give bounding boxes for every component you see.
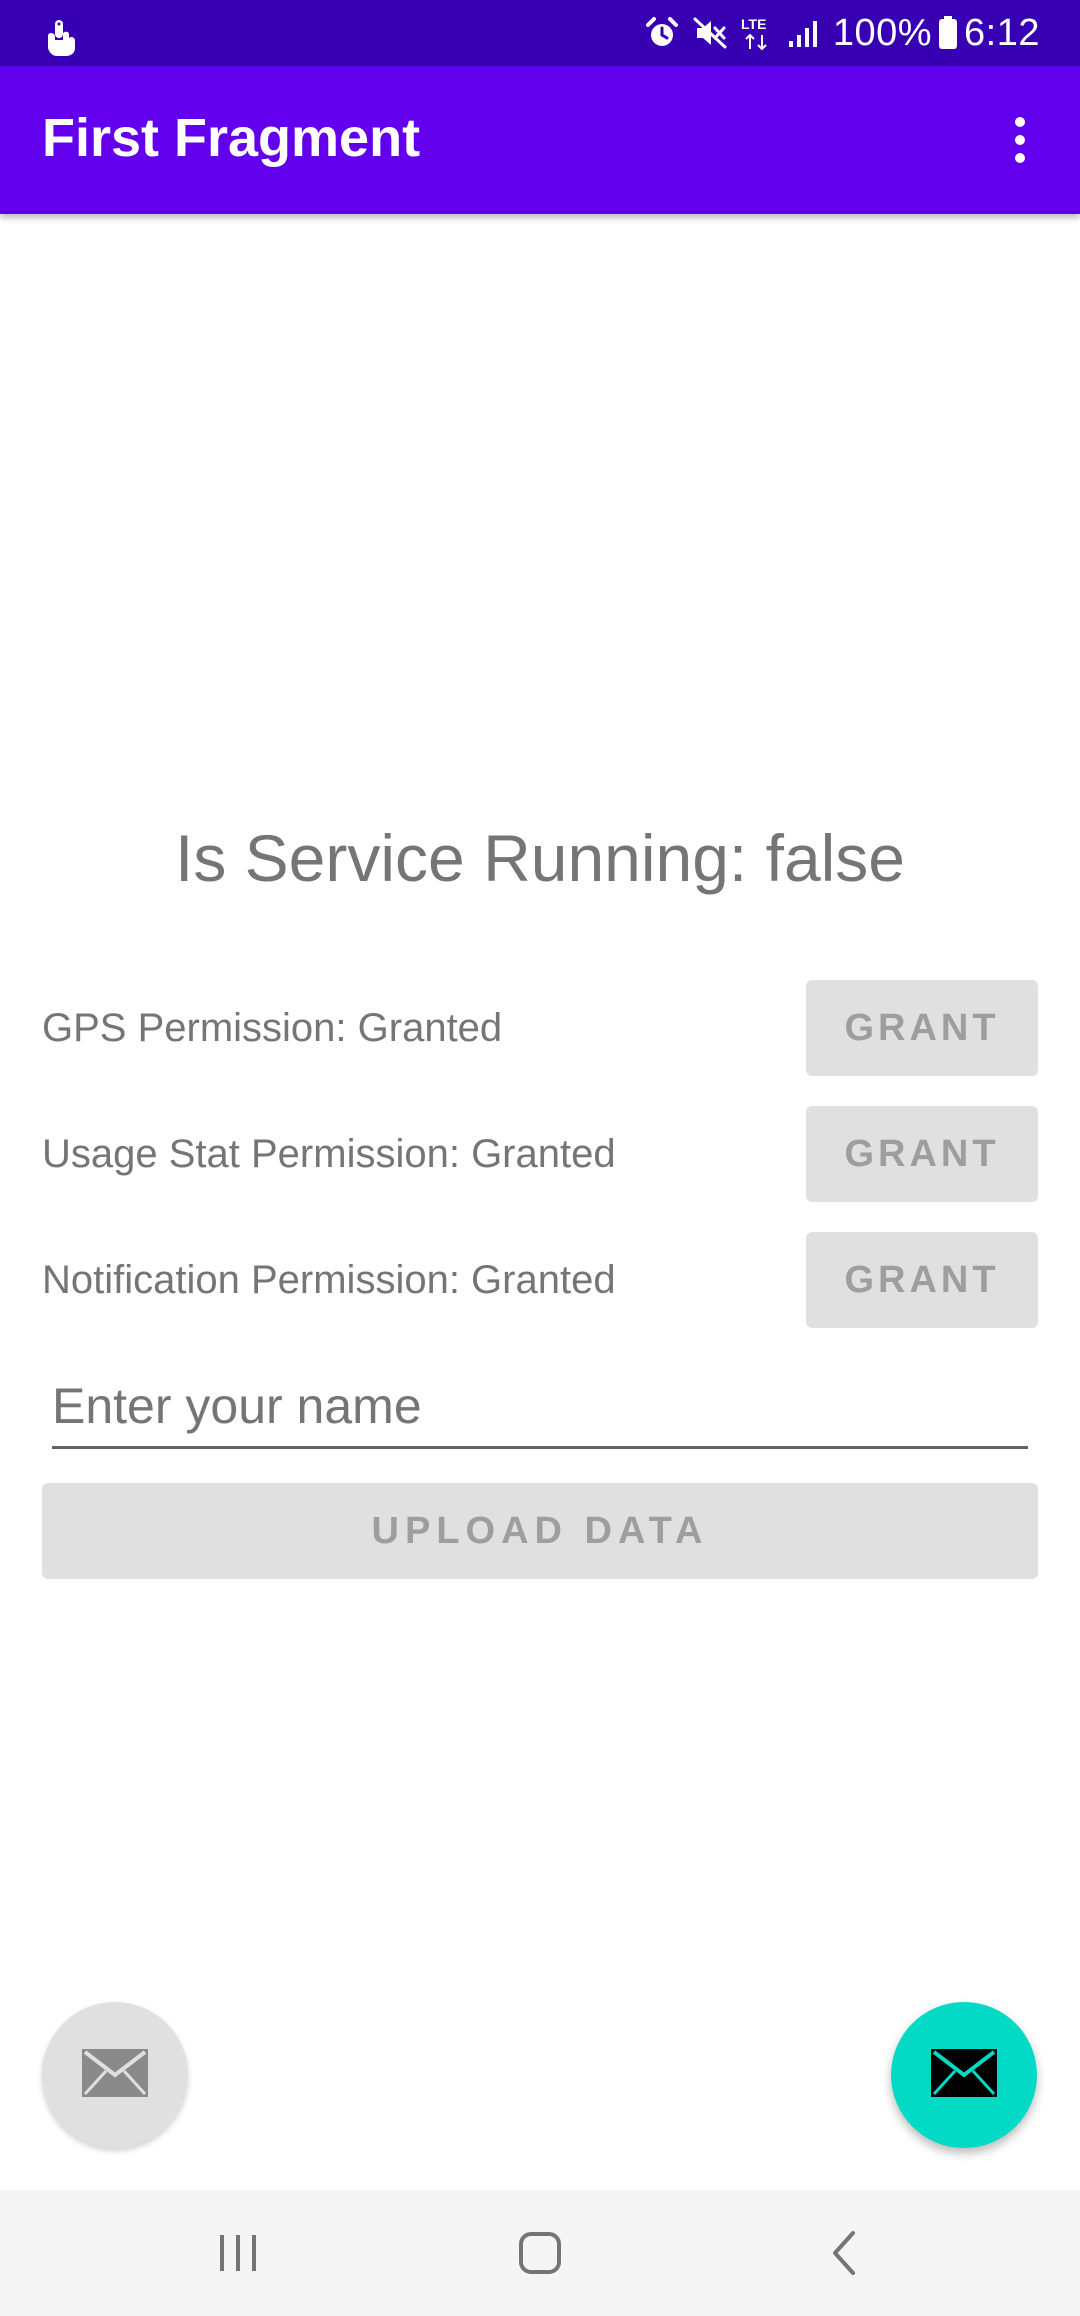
menu-dot <box>1015 135 1025 145</box>
fab-left-button[interactable] <box>42 2002 188 2148</box>
mute-icon <box>693 16 727 50</box>
menu-dot <box>1015 153 1025 163</box>
menu-dot <box>1015 117 1025 127</box>
back-icon[interactable] <box>784 2190 904 2316</box>
screen: LTE 100% 6:12 First Fragment Is Service … <box>0 0 1080 2316</box>
gps-grant-button[interactable]: GRANT <box>806 980 1038 1076</box>
battery-percent: 100% <box>832 11 933 54</box>
signal-icon <box>787 17 819 49</box>
service-status-text: Is Service Running: false <box>174 821 906 895</box>
name-input[interactable] <box>52 1370 1028 1442</box>
overflow-menu-icon[interactable] <box>988 108 1052 172</box>
usage-stat-grant-button[interactable]: GRANT <box>806 1106 1038 1202</box>
touch-hand-icon <box>42 18 78 56</box>
notification-grant-button[interactable]: GRANT <box>806 1232 1038 1328</box>
lte-icon: LTE <box>741 15 773 51</box>
navigation-bar <box>0 2190 1080 2316</box>
usage-stat-permission-label: Usage Stat Permission: Granted <box>42 1132 616 1176</box>
lte-text: LTE <box>741 16 766 32</box>
notification-permission-row: Notification Permission: Granted GRANT <box>42 1232 1038 1328</box>
usage-stat-permission-row: Usage Stat Permission: Granted GRANT <box>42 1106 1038 1202</box>
clock: 6:12 <box>964 11 1040 54</box>
fab-right-button[interactable] <box>891 2002 1037 2148</box>
recent-apps-icon[interactable] <box>178 2190 298 2316</box>
notification-permission-label: Notification Permission: Granted <box>42 1258 616 1302</box>
battery-icon <box>938 16 958 50</box>
status-icons: LTE 100% 6:12 <box>645 0 1040 66</box>
status-bar: LTE 100% 6:12 <box>0 0 1080 66</box>
page-title: First Fragment <box>42 108 421 168</box>
alarm-icon <box>645 16 679 50</box>
mail-icon <box>931 2048 997 2102</box>
name-input-container <box>52 1370 1028 1449</box>
mail-icon <box>82 2048 148 2102</box>
gps-permission-row: GPS Permission: Granted GRANT <box>42 980 1038 1076</box>
home-icon[interactable] <box>480 2190 600 2316</box>
app-bar: First Fragment <box>0 66 1080 214</box>
upload-data-button[interactable]: UPLOAD DATA <box>42 1483 1038 1579</box>
gps-permission-label: GPS Permission: Granted <box>42 1006 503 1050</box>
